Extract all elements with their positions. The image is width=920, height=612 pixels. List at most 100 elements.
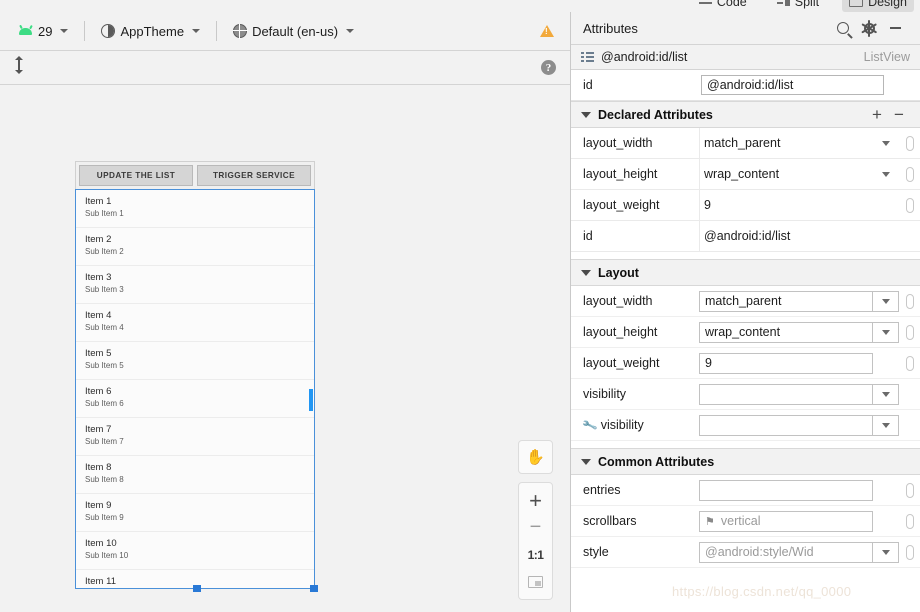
attribute-value-indicator[interactable] (906, 293, 914, 309)
list-item-subtitle: Sub Item 6 (85, 399, 124, 408)
theme-label: AppTheme (120, 23, 185, 39)
section-header-layout[interactable]: Layout (571, 259, 920, 286)
attribute-dropdown-button[interactable] (873, 541, 899, 563)
list-item[interactable]: Item 6 Sub Item 6 (76, 380, 314, 418)
remove-attribute-button[interactable]: − (888, 105, 910, 125)
attribute-label: layout_width (583, 294, 653, 308)
attribute-label: scrollbars (583, 514, 637, 528)
tab-split-label: Split (794, 0, 820, 9)
attribute-value-indicator[interactable] (906, 197, 914, 213)
attribute-row: layout_height wrap_content (571, 317, 920, 348)
attribute-input[interactable]: 9 (699, 352, 873, 374)
add-attribute-button[interactable]: + (866, 105, 888, 125)
attribute-dropdown-button[interactable] (873, 163, 899, 185)
attribute-value-indicator[interactable] (906, 135, 914, 151)
orientation-toggle-button[interactable] (14, 56, 24, 79)
design-toolbar-secondary: ? (0, 51, 570, 85)
attribute-value-indicator[interactable] (906, 166, 914, 182)
listview-scrollbar-thumb[interactable] (309, 389, 313, 411)
attribute-value-indicator[interactable] (906, 482, 914, 498)
attribute-input[interactable]: wrap_content (699, 321, 873, 343)
attributes-search-button[interactable] (830, 15, 856, 41)
attribute-input[interactable]: match_parent (699, 290, 873, 312)
attribute-input[interactable]: @android:style/Wid (699, 541, 873, 563)
warning-triangle-icon (540, 25, 554, 37)
list-item[interactable]: Item 8 Sub Item 8 (76, 456, 314, 494)
trigger-service-button[interactable]: TRIGGER SERVICE (197, 165, 311, 186)
attribute-row: layout_weight 9 (571, 190, 920, 221)
attribute-value[interactable]: 9 (700, 198, 873, 212)
flag-icon: ⚑ (705, 515, 715, 528)
zoom-in-button[interactable]: + (522, 488, 550, 514)
list-item-subtitle: Sub Item 3 (85, 285, 124, 294)
attribute-row: style @android:style/Wid (571, 537, 920, 568)
list-item[interactable]: Item 1 Sub Item 1 (76, 190, 314, 228)
spacer (873, 225, 899, 247)
attribute-dropdown-button[interactable] (873, 290, 899, 312)
pan-tool-button[interactable]: ✋ (518, 440, 553, 474)
attribute-row: scrollbars ⚑ vertical (571, 506, 920, 537)
list-item[interactable]: Item 4 Sub Item 4 (76, 304, 314, 342)
attribute-value-indicator[interactable] (906, 544, 914, 560)
attribute-value-indicator[interactable] (906, 324, 914, 340)
list-item[interactable]: Item 7 Sub Item 7 (76, 418, 314, 456)
attribute-label: style (583, 545, 609, 559)
id-attribute-row: id @android:id/list (571, 70, 920, 101)
attribute-value-indicator (906, 386, 914, 402)
list-item-subtitle: Sub Item 11 (85, 588, 305, 589)
list-item[interactable]: Item 11 Sub Item 11 (76, 570, 314, 589)
listview-scrollbar[interactable] (309, 191, 313, 588)
list-item[interactable]: Item 10 Sub Item 10 (76, 532, 314, 570)
section-header-common-attributes[interactable]: Common Attributes (571, 448, 920, 475)
list-item[interactable]: Item 2 Sub Item 2 (76, 228, 314, 266)
zoom-controls: + − 1:1 (518, 482, 553, 600)
list-item[interactable]: Item 3 Sub Item 3 (76, 266, 314, 304)
design-canvas[interactable]: UPDATE THE LIST TRIGGER SERVICE Item 1 S… (0, 85, 570, 612)
attribute-label: 🔧 visibility (571, 417, 699, 433)
attribute-value-indicator[interactable] (906, 355, 914, 371)
list-item[interactable]: Item 9 Sub Item 9 (76, 494, 314, 532)
theme-selector[interactable]: AppTheme (95, 21, 206, 42)
id-attribute-input[interactable]: @android:id/list (701, 75, 884, 95)
attribute-value[interactable]: wrap_content (700, 167, 873, 181)
android-icon (18, 24, 33, 36)
zoom-out-button[interactable]: − (522, 515, 550, 541)
list-item[interactable]: Item 5 Sub Item 5 (76, 342, 314, 380)
attribute-dropdown-button[interactable] (873, 383, 899, 405)
attributes-settings-button[interactable] (856, 15, 882, 41)
attribute-value[interactable]: @android:id/list (700, 229, 873, 243)
split-icon (776, 0, 790, 7)
warning-button[interactable] (540, 25, 554, 37)
preview-listview[interactable]: Item 1 Sub Item 1 Item 2 Sub Item 2 Item… (75, 189, 315, 589)
section-header-declared-attributes[interactable]: Declared Attributes + − (571, 101, 920, 128)
attribute-value[interactable]: match_parent (700, 136, 873, 150)
locale-selector[interactable]: Default (en-us) (227, 21, 360, 42)
attributes-minimize-button[interactable] (882, 15, 908, 41)
attribute-label: layout_height (583, 167, 658, 181)
attribute-input[interactable] (699, 414, 873, 436)
list-item-title: Item 11 (85, 576, 116, 587)
attribute-input[interactable]: ⚑ vertical (699, 510, 873, 532)
toolbar-divider (84, 21, 86, 41)
attribute-label: visibility (583, 387, 627, 401)
attribute-value-indicator[interactable] (906, 513, 914, 529)
api-level-selector[interactable]: 29 (12, 21, 74, 42)
tab-code[interactable]: Code (692, 0, 754, 12)
list-item-title: Item 3 (85, 272, 112, 283)
list-item-title: Item 4 (85, 310, 112, 321)
attribute-dropdown-button[interactable] (873, 321, 899, 343)
tab-split[interactable]: Split (770, 0, 826, 12)
attribute-input[interactable] (699, 383, 873, 405)
attribute-dropdown-button[interactable] (873, 132, 899, 154)
tab-design[interactable]: Design (842, 0, 914, 12)
list-item-title: Item 2 (85, 234, 112, 245)
attribute-dropdown-button[interactable] (873, 414, 899, 436)
attribute-input[interactable] (699, 479, 873, 501)
help-icon[interactable]: ? (541, 60, 556, 75)
zoom-reset-button[interactable]: 1:1 (522, 542, 550, 568)
chevron-down-icon (881, 329, 890, 335)
hand-icon: ✋ (526, 448, 545, 466)
zoom-fit-button[interactable] (522, 569, 550, 595)
update-the-list-button[interactable]: UPDATE THE LIST (79, 165, 193, 186)
fit-to-screen-icon (528, 575, 543, 588)
